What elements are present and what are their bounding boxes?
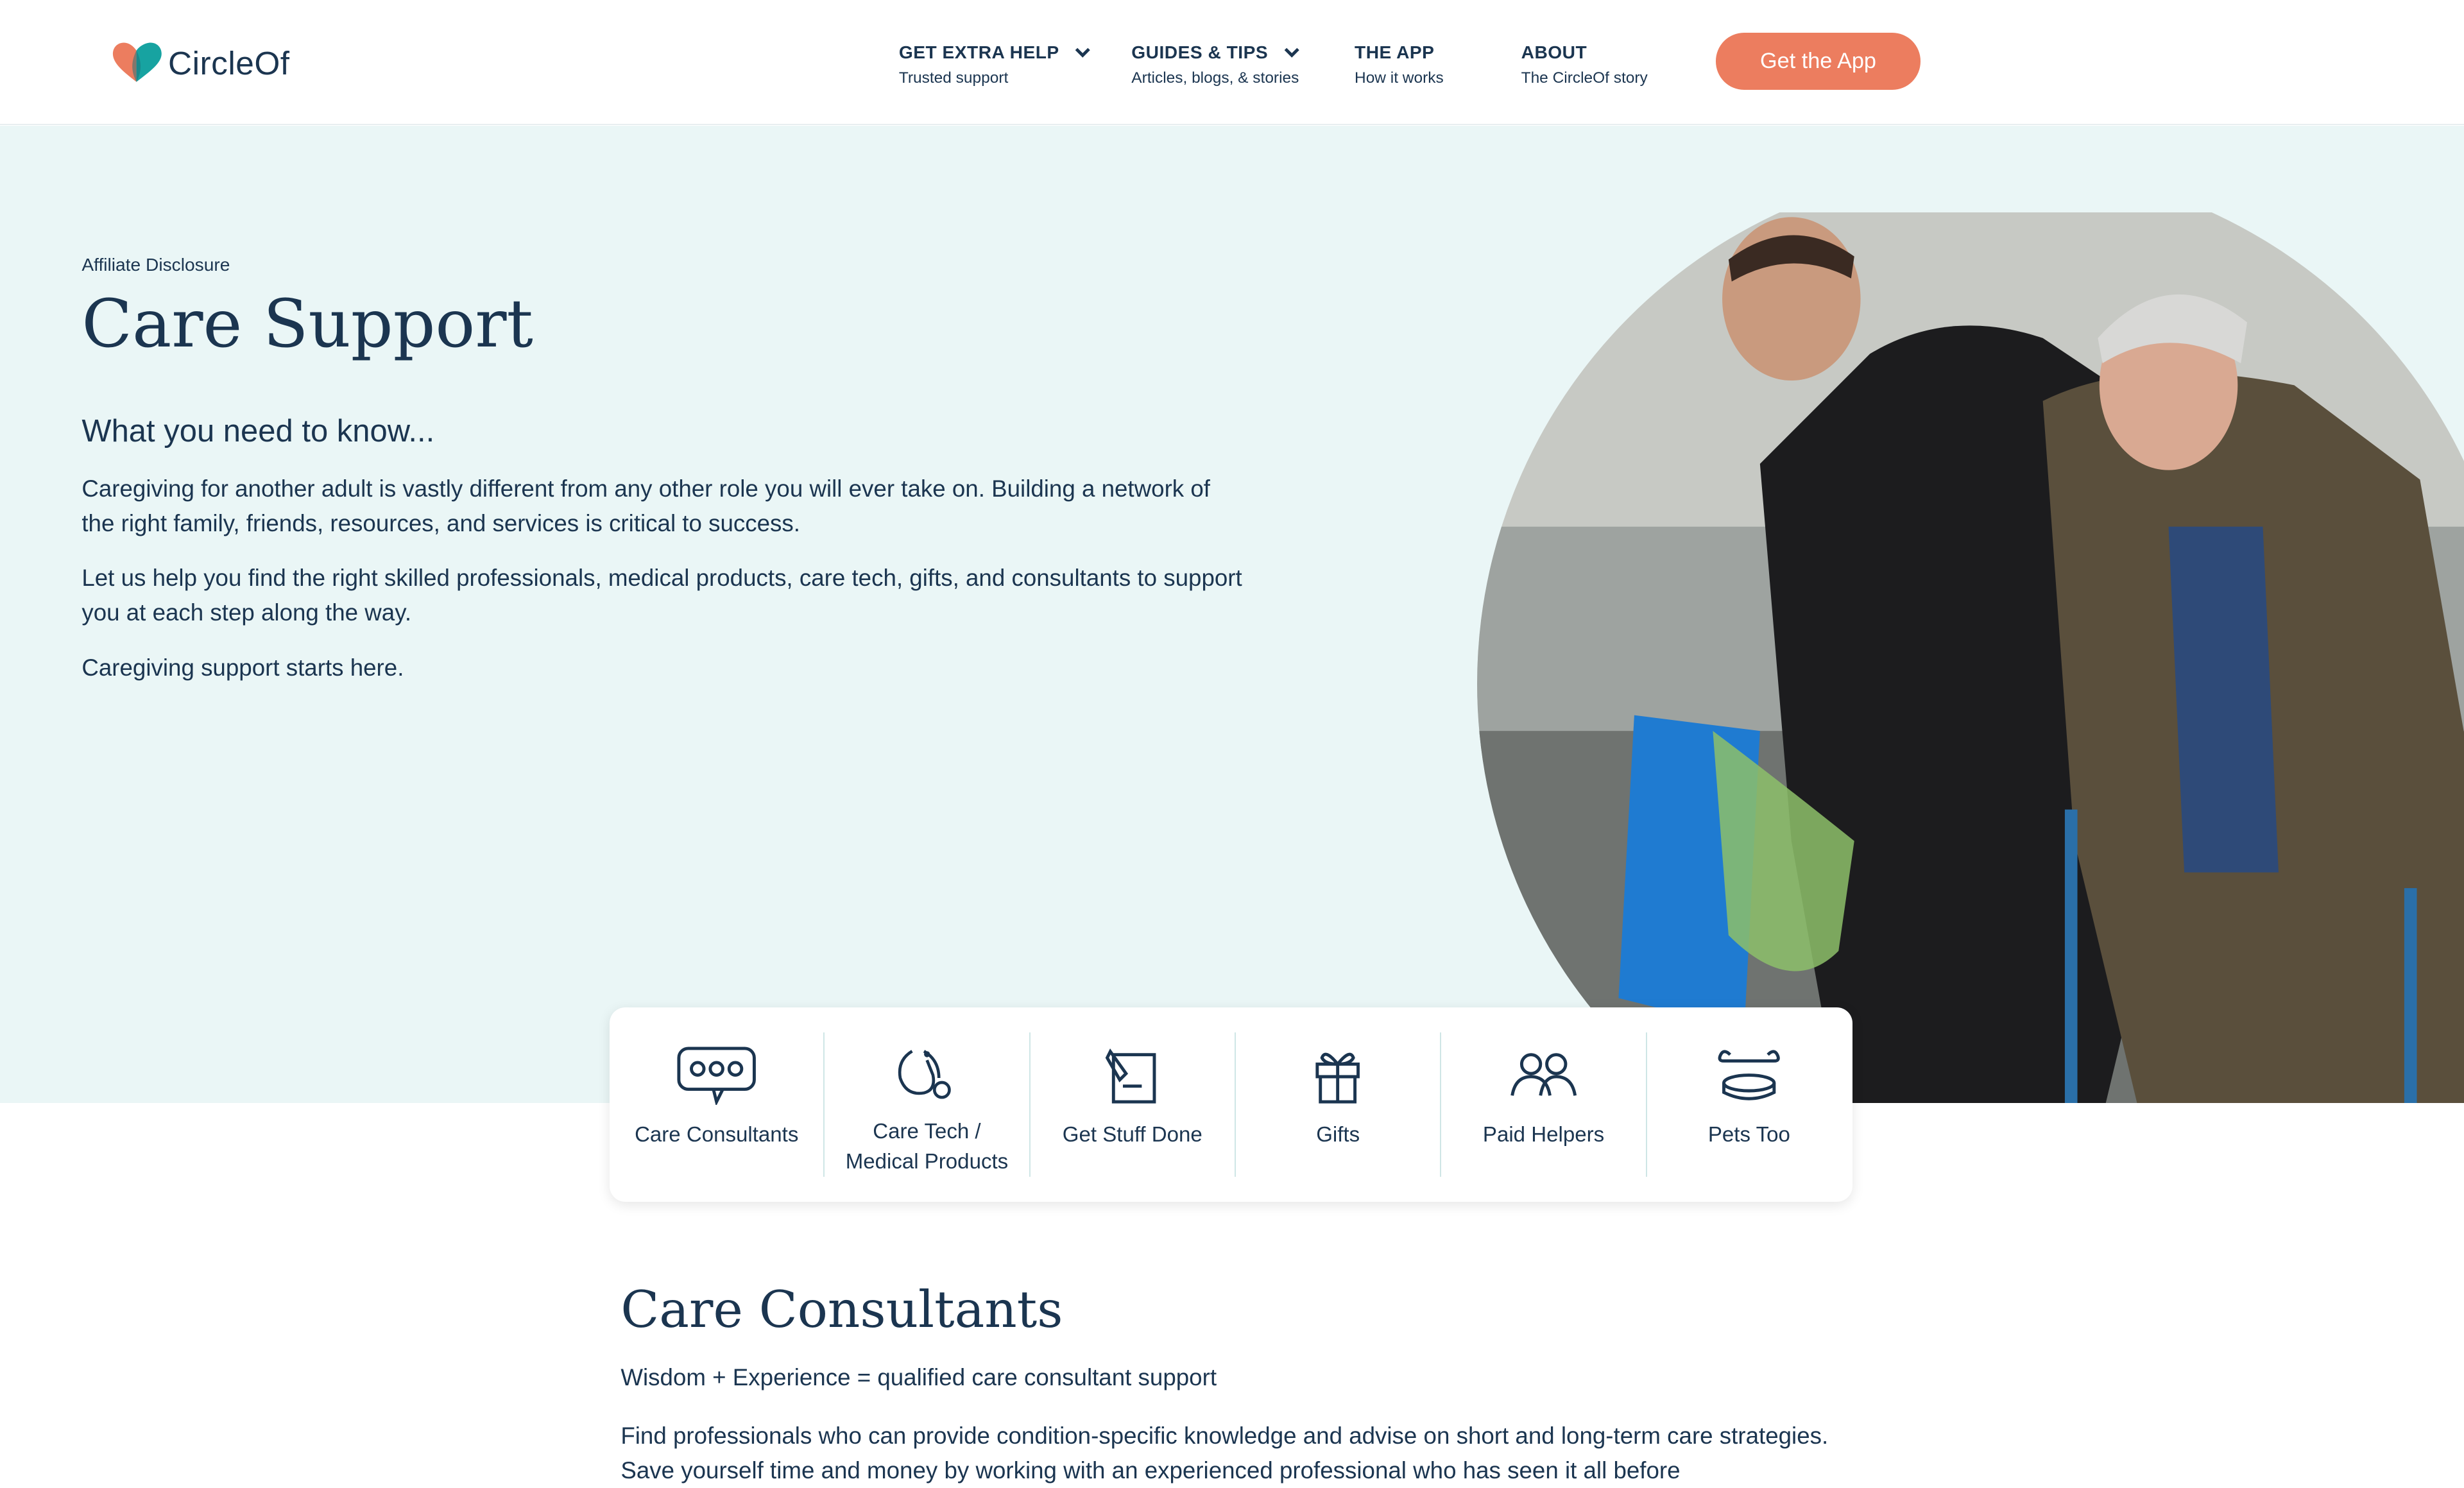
- category-label: Pets Too: [1707, 1123, 1790, 1147]
- nav-subtitle: Articles, blogs, & stories: [1131, 69, 1299, 87]
- brand-logo[interactable]: CircleOf: [110, 41, 289, 85]
- category-nav: Care Consultants Care Tech / Medical Pro…: [610, 1007, 1853, 1202]
- chat-bubble-icon: [677, 1046, 756, 1105]
- section-title: Care Consultants: [620, 1280, 1063, 1339]
- brand-name: CircleOf: [168, 44, 290, 81]
- category-label: Paid Helpers: [1482, 1123, 1605, 1147]
- hero-paragraph: Let us help you find the right skilled p…: [81, 565, 1242, 626]
- page-title: Care Support: [81, 286, 533, 363]
- hero-paragraph: Caregiving for another adult is vastly d…: [81, 475, 1210, 536]
- category-get-stuff-done[interactable]: Get Stuff Done: [1031, 1032, 1236, 1177]
- nav-about[interactable]: ABOUT The CircleOf story: [1521, 42, 1648, 87]
- heart-logo-icon: [113, 42, 162, 82]
- category-paid-helpers[interactable]: Paid Helpers: [1441, 1032, 1647, 1177]
- nav-guides-tips[interactable]: GUIDES & TIPS Articles, blogs, & stories: [1131, 42, 1299, 87]
- category-label: Gifts: [1316, 1123, 1360, 1147]
- category-label: Get Stuff Done: [1062, 1123, 1202, 1147]
- nav-the-app[interactable]: THE APP How it works: [1355, 42, 1444, 87]
- affiliate-disclosure-link[interactable]: Affiliate Disclosure: [81, 255, 230, 275]
- people-icon: [1510, 1052, 1577, 1096]
- category-label: Care Consultants: [635, 1123, 799, 1147]
- category-pets-too[interactable]: Pets Too: [1647, 1032, 1851, 1177]
- nav-subtitle: The CircleOf story: [1521, 69, 1648, 87]
- nav-title: THE APP: [1355, 42, 1435, 63]
- get-the-app-button[interactable]: Get the App: [1716, 33, 1921, 90]
- nav-title: ABOUT: [1521, 42, 1587, 63]
- checklist-icon: [1105, 1048, 1156, 1104]
- hero-photo: [1477, 212, 2464, 1104]
- bone-icon: [1718, 1049, 1781, 1100]
- nav-subtitle: Trusted support: [898, 69, 1009, 87]
- chevron-down-icon: [1284, 47, 1299, 58]
- nav-title: GET EXTRA HELP: [898, 42, 1059, 63]
- section-body: Find professionals who can provide condi…: [620, 1423, 1829, 1484]
- category-care-consultants[interactable]: Care Consultants: [610, 1032, 825, 1177]
- chevron-down-icon: [1075, 47, 1090, 58]
- nav-get-extra-help[interactable]: GET EXTRA HELP Trusted support: [899, 42, 1091, 87]
- hero-paragraph: Caregiving support starts here.: [81, 654, 404, 681]
- category-gifts[interactable]: Gifts: [1236, 1032, 1442, 1177]
- section-subtitle: Wisdom + Experience = qualified care con…: [620, 1364, 1217, 1390]
- category-care-tech[interactable]: Care Tech / Medical Products: [825, 1032, 1031, 1177]
- stethoscope-icon: [898, 1049, 951, 1099]
- nav-title: GUIDES & TIPS: [1131, 42, 1269, 63]
- site-header: CircleOf GET EXTRA HELP Trusted support …: [0, 0, 2464, 126]
- category-label: Care Tech / Medical Products: [845, 1120, 1009, 1174]
- nav-subtitle: How it works: [1355, 69, 1444, 87]
- gift-icon: [1315, 1052, 1360, 1104]
- hero-subtitle: What you need to know...: [81, 414, 435, 449]
